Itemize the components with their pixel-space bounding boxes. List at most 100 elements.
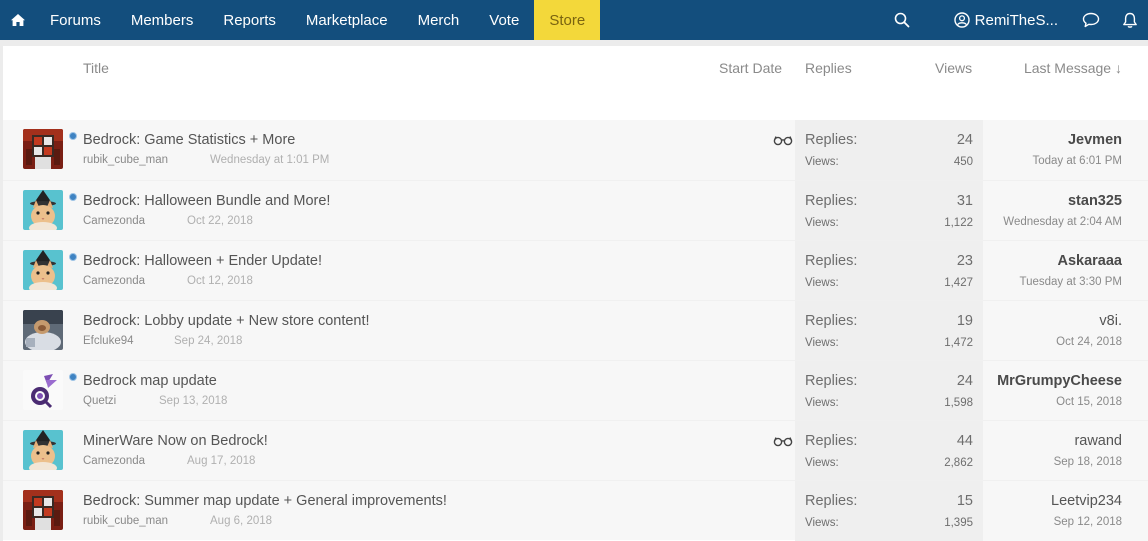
last-message-date[interactable]: Oct 24, 2018 [1056,336,1122,348]
thread-author[interactable]: Quetzi [83,395,116,407]
thread-author[interactable]: Camezonda [83,275,145,287]
nav-forums[interactable]: Forums [35,0,116,40]
thread-start-date: Oct 12, 2018 [187,275,253,287]
column-views[interactable]: Views [935,60,972,76]
thread-start-date: Sep 24, 2018 [174,335,243,347]
replies-label: Replies: [805,132,858,148]
replies-count: 15 [956,493,973,509]
thread-row: Bedrock map update Quetzi Sep 13, 2018 R… [3,360,1148,421]
thread-stats: Replies: 23 Views: 1,427 [795,241,983,301]
thread-stats: Replies: 19 Views: 1,472 [795,301,983,361]
thread-row: Bedrock: Summer map update + General imp… [3,480,1148,541]
views-label: Views: [805,457,839,469]
unread-indicator-icon [69,132,77,140]
avatar-image [23,490,63,530]
column-start-date[interactable]: Start Date [719,60,782,76]
last-message-date[interactable]: Sep 18, 2018 [1054,456,1122,468]
last-message-user[interactable]: rawand [1074,433,1122,449]
views-label: Views: [805,397,839,409]
search-button[interactable] [880,0,940,40]
replies-count: 19 [956,313,973,329]
replies-label: Replies: [805,253,858,269]
home-icon [11,14,25,26]
alerts-button[interactable] [1114,0,1148,40]
thread-author[interactable]: rubik_cube_man [83,154,168,166]
thread-start-date: Sep 13, 2018 [159,395,228,407]
last-message-cell: Askaraaa Tuesday at 3:30 PM [983,241,1148,301]
last-message-date[interactable]: Sep 12, 2018 [1054,516,1122,528]
views-count: 1,395 [944,517,973,529]
last-message-user[interactable]: Askaraaa [1058,253,1123,269]
author-avatar[interactable] [23,430,63,470]
replies-count: 23 [956,253,973,269]
thread-author[interactable]: Camezonda [83,215,145,227]
last-message-user[interactable]: MrGrumpyCheese [997,373,1122,389]
last-message-user[interactable]: stan325 [1068,193,1122,209]
avatar-image [23,430,63,470]
nav-members[interactable]: Members [116,0,209,40]
bell-icon [1123,12,1137,28]
last-message-date[interactable]: Tuesday at 3:30 PM [1020,276,1123,288]
nav-right-group: RemiTheS... [880,0,1148,40]
author-avatar[interactable] [23,310,63,350]
thread-start-date: Oct 22, 2018 [187,215,253,227]
thread-title[interactable]: Bedrock: Lobby update + New store conten… [83,313,370,329]
author-avatar[interactable] [23,490,63,530]
last-message-date[interactable]: Oct 15, 2018 [1056,396,1122,408]
author-avatar[interactable] [23,190,63,230]
nav-vote[interactable]: Vote [474,0,534,40]
last-message-user[interactable]: Jevmen [1068,132,1122,148]
thread-title[interactable]: Bedrock: Halloween + Ender Update! [83,253,322,269]
thread-list: Title Start Date Replies Views Last Mess… [3,46,1148,541]
thread-stats: Replies: 44 Views: 2,862 [795,421,983,481]
nav-reports[interactable]: Reports [208,0,291,40]
conversations-button[interactable] [1068,0,1114,40]
avatar-image [23,129,63,169]
thread-title[interactable]: MinerWare Now on Bedrock! [83,433,268,449]
last-message-date[interactable]: Wednesday at 2:04 AM [1003,216,1122,228]
search-icon [894,12,910,28]
replies-count: 24 [956,373,973,389]
thread-title[interactable]: Bedrock: Game Statistics + More [83,132,295,148]
thread-stats: Replies: 31 Views: 1,122 [795,181,983,241]
thread-title[interactable]: Bedrock map update [83,373,217,389]
thread-author[interactable]: Camezonda [83,455,145,467]
thread-rows: Bedrock: Game Statistics + More rubik_cu… [3,120,1148,541]
replies-label: Replies: [805,313,858,329]
unread-indicator-icon [69,253,77,261]
views-count: 1,472 [944,337,973,349]
column-replies[interactable]: Replies [805,60,852,76]
column-last-message[interactable]: Last Message ↓ [1024,60,1122,76]
author-avatar[interactable] [23,129,63,169]
nav-store[interactable]: Store [534,0,601,40]
views-count: 1,122 [944,217,973,229]
views-label: Views: [805,217,839,229]
thread-row: Bedrock: Lobby update + New store conten… [3,300,1148,361]
last-message-user[interactable]: v8i. [1099,313,1122,329]
views-label: Views: [805,517,839,529]
thread-start-date: Aug 6, 2018 [210,515,273,527]
views-label: Views: [805,337,839,349]
avatar-image [23,310,63,350]
nav-merch[interactable]: Merch [403,0,475,40]
author-avatar[interactable] [23,250,63,290]
thread-title[interactable]: Bedrock: Halloween Bundle and More! [83,193,330,209]
thread-stats: Replies: 15 Views: 1,395 [795,481,983,541]
replies-label: Replies: [805,493,858,509]
nav-marketplace[interactable]: Marketplace [291,0,403,40]
user-menu[interactable]: RemiTheS... [940,0,1068,40]
avatar-image [23,370,63,410]
column-title[interactable]: Title [83,60,109,76]
thread-start-date: Aug 17, 2018 [187,455,256,467]
avatar-image [23,250,63,290]
thread-author[interactable]: Efcluke94 [83,335,134,347]
replies-label: Replies: [805,433,858,449]
last-message-user[interactable]: Leetvip234 [1051,493,1122,509]
home-button[interactable] [0,0,35,40]
thread-title[interactable]: Bedrock: Summer map update + General imp… [83,493,447,509]
last-message-date[interactable]: Today at 6:01 PM [1033,155,1123,167]
author-avatar[interactable] [23,370,63,410]
top-nav: Forums Members Reports Marketplace Merch… [0,0,1148,40]
views-count: 1,427 [944,277,973,289]
thread-author[interactable]: rubik_cube_man [83,515,168,527]
